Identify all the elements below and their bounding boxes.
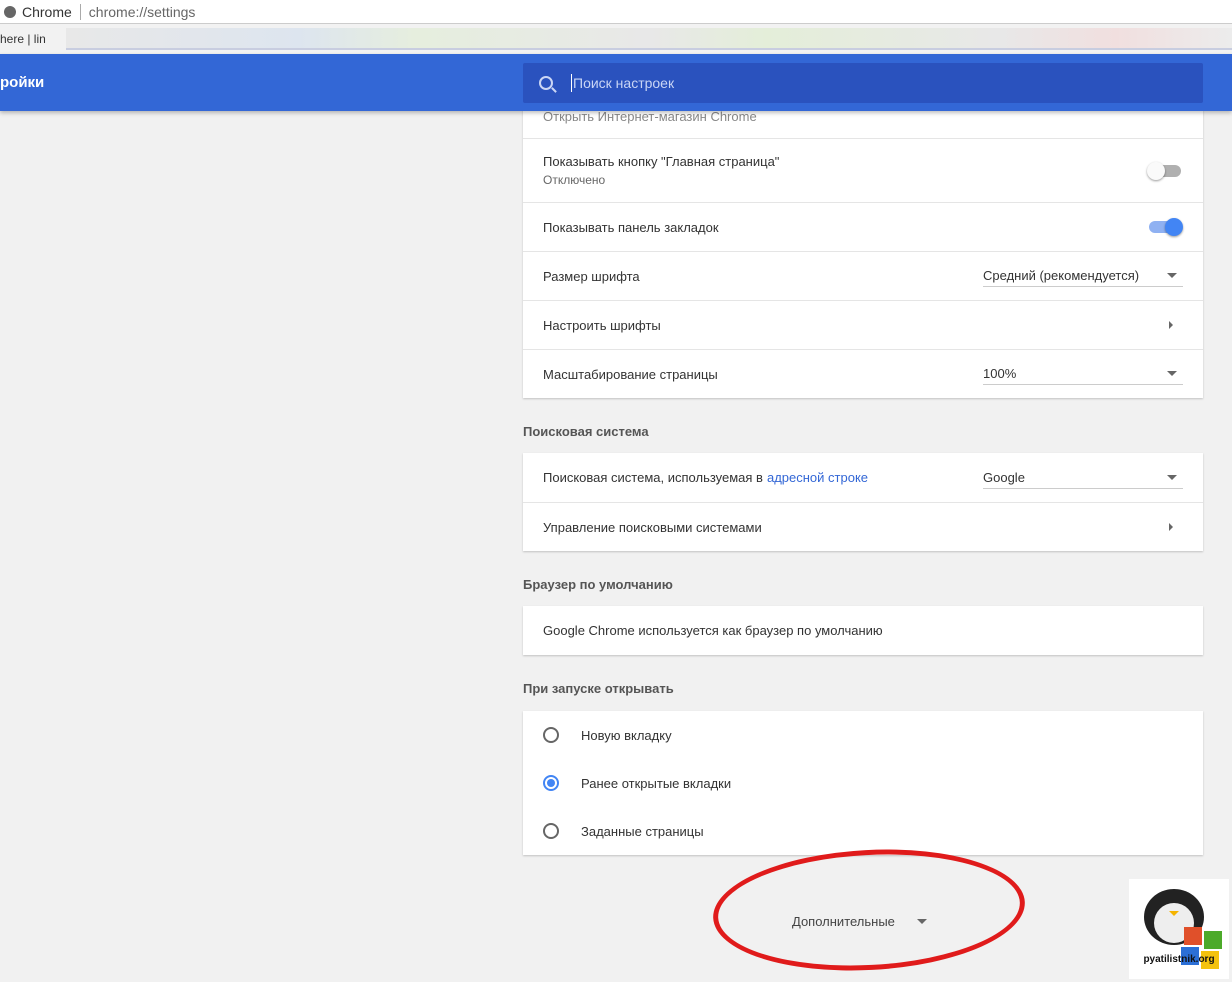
svg-text:pyatilistnik.org: pyatilistnik.org (1143, 954, 1214, 965)
row-sublabel: Отключено (543, 173, 606, 187)
red-annotation-ellipse (710, 841, 1028, 979)
address-url[interactable]: chrome://settings (89, 4, 196, 20)
section-title-search: Поисковая система (523, 424, 649, 439)
bookmark-item[interactable]: here | lin (0, 32, 46, 46)
select-value: Средний (рекомендуется) (983, 268, 1140, 283)
row-label: Открыть Интернет-магазин Chrome (543, 109, 757, 124)
toggle-knob (1147, 161, 1165, 180)
section-title-default-browser: Браузер по умолчанию (523, 577, 673, 592)
search-engine-card: Поисковая система, используемая в адресно… (523, 453, 1203, 551)
divider (79, 3, 81, 20)
select-value: Google (983, 469, 1025, 485)
settings-search[interactable] (523, 63, 1203, 103)
row-bookmarks-bar[interactable]: Показывать панель закладок (523, 202, 1203, 251)
chevron-right-icon (1169, 523, 1177, 531)
row-label: Показывать кнопку "Главная страница" (543, 154, 780, 169)
chevron-right-icon (1169, 321, 1177, 329)
settings-header: ройки (0, 54, 1232, 111)
dropdown-arrow-icon (1167, 371, 1177, 381)
row-customize-fonts[interactable]: Настроить шрифты (523, 300, 1203, 349)
window-titlebar: Chrome chrome://settings (0, 0, 1232, 24)
app-name: Chrome (22, 3, 72, 20)
row-page-zoom: Масштабирование страницы 100% (523, 349, 1203, 398)
watermark-logo: pyatilistnik.org (1129, 879, 1229, 979)
row-default-browser: Google Chrome используется как браузер п… (523, 606, 1203, 655)
penguin-windows-logo: pyatilistnik.org (1143, 889, 1222, 969)
blurred-bookmarks (66, 28, 1232, 50)
row-font-size: Размер шрифта Средний (рекомендуется) (523, 251, 1203, 300)
dropdown-arrow-icon (1167, 273, 1177, 283)
startup-option[interactable]: Ранее открытые вкладки (523, 759, 1203, 807)
row-label: Показывать панель закладок (543, 219, 719, 235)
home-button-toggle[interactable] (1147, 161, 1181, 180)
address-bar-link[interactable]: адресной строке (767, 470, 868, 485)
bookmarks-bar: here | lin (0, 24, 1232, 53)
search-icon (539, 76, 553, 90)
row-manage-search-engines[interactable]: Управление поисковыми системами (523, 502, 1203, 551)
dropdown-arrow-icon (1167, 474, 1177, 485)
default-browser-card: Google Chrome используется как браузер п… (523, 606, 1203, 655)
chrome-icon (4, 5, 16, 18)
toggle-knob (1165, 218, 1183, 236)
row-home-button[interactable]: Показывать кнопку "Главная страница" Откл… (523, 138, 1203, 202)
row-label: Масштабирование страницы (543, 366, 718, 382)
section-title-startup: При запуске открывать (523, 681, 674, 696)
row-label: Размер шрифта (543, 268, 640, 284)
search-engine-select[interactable]: Google (983, 467, 1183, 489)
page-title: ройки (0, 74, 45, 91)
startup-option[interactable]: Новую вкладку (523, 711, 1203, 759)
page-zoom-select[interactable]: 100% (983, 363, 1183, 385)
row-label: Поисковая система, используемая в (543, 470, 763, 485)
select-value: 100% (983, 366, 1017, 381)
startup-option[interactable]: Заданные страницы (523, 807, 1203, 855)
radio-button[interactable] (543, 823, 559, 839)
option-label: Новую вкладку (581, 727, 672, 743)
startup-card: Новую вкладку Ранее открытые вкладки Зад… (523, 711, 1203, 855)
row-label: Google Chrome используется как браузер п… (543, 623, 883, 638)
option-label: Ранее открытые вкладки (581, 775, 732, 791)
search-input[interactable] (571, 74, 1071, 92)
row-label: Управление поисковыми системами (543, 519, 762, 535)
radio-button[interactable] (543, 775, 559, 791)
font-size-select[interactable]: Средний (рекомендуется) (983, 265, 1183, 287)
option-label: Заданные страницы (581, 823, 704, 839)
row-search-engine: Поисковая система, используемая в адресно… (523, 453, 1203, 502)
bookmarks-bar-toggle[interactable] (1149, 218, 1183, 236)
appearance-card: Открыть Интернет-магазин Chrome Показыва… (523, 90, 1203, 398)
radio-button[interactable] (543, 727, 559, 743)
row-label: Настроить шрифты (543, 317, 661, 333)
